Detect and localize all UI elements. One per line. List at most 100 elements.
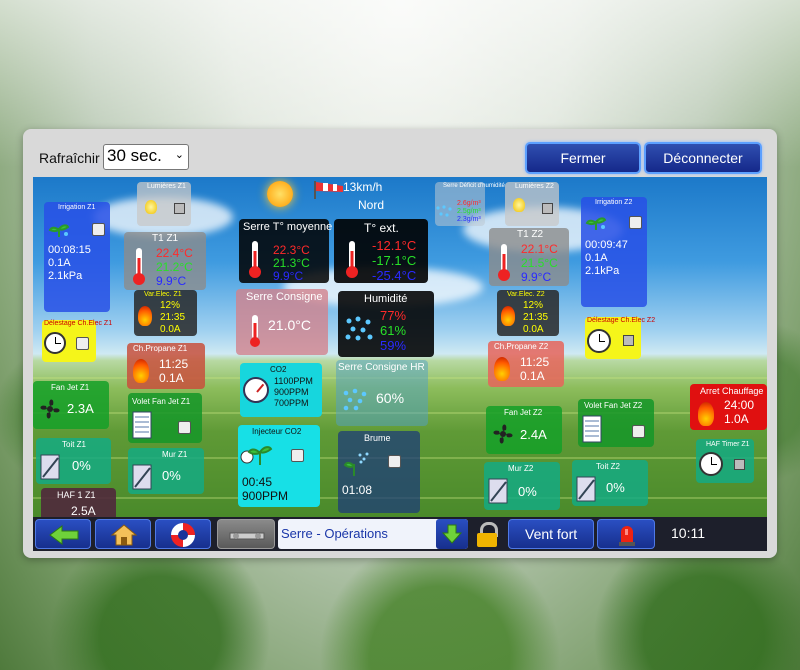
fan-jet-z2-card[interactable]: Fan Jet Z2 2.4A xyxy=(486,406,562,454)
close-button[interactable]: Fermer xyxy=(525,142,641,174)
top-bar: Rafraîchir 30 sec. ⌄ Fermer Déconnecter xyxy=(23,129,777,177)
home-button[interactable] xyxy=(95,519,151,549)
lock-icon[interactable] xyxy=(473,520,503,548)
delestage-z2-checkbox[interactable] xyxy=(623,335,634,346)
consigne-hr-card[interactable]: Serre Consigne HR 60% xyxy=(336,360,428,426)
roof-vent-icon xyxy=(40,454,60,480)
consigne-card[interactable]: Serre Consigne 21.0°C xyxy=(236,289,328,355)
brume-card[interactable]: Brume 01:08 xyxy=(338,431,420,513)
var-elec-z2-card[interactable]: Var.Elec. Z2 12% 21:35 0.0A xyxy=(497,290,559,336)
t1-z1-card: T1 Z1 22.4°C 21.2°C 9.9°C xyxy=(124,232,206,290)
clock-icon xyxy=(587,329,611,353)
lumieres-z1-checkbox[interactable] xyxy=(174,203,185,214)
app-window: Rafraîchir 30 sec. ⌄ Fermer Déconnecter … xyxy=(23,129,777,558)
var-elec-current: 0.0A xyxy=(523,324,544,335)
vent-louver-icon xyxy=(582,415,602,443)
propane-time: 11:25 xyxy=(159,357,189,371)
page-selector[interactable]: Serre - Opérations xyxy=(278,519,468,549)
card-title: Humidité xyxy=(364,293,408,305)
thermometer-icon xyxy=(249,241,261,278)
co2-value: 900PPM xyxy=(274,387,309,397)
plant-water-icon xyxy=(48,224,70,237)
alarm-button[interactable] xyxy=(597,519,655,549)
temp-ext-card: T° ext. -12.1°C -17.1°C -25.4°C xyxy=(334,219,428,283)
delestage-z2-card[interactable]: Délestage Ch.Elec Z2 xyxy=(585,317,655,359)
wind-direction: Nord xyxy=(358,198,385,212)
lumieres-z2-card[interactable]: Lumières Z2 xyxy=(505,182,559,226)
lumieres-z2-checkbox[interactable] xyxy=(542,203,553,214)
irrigation-z2-toggle[interactable] xyxy=(629,216,642,229)
flame-icon xyxy=(133,359,149,383)
card-title: Toit Z1 xyxy=(62,440,87,449)
vent-fort-button[interactable]: Vent fort xyxy=(508,519,594,549)
deficit-value-blue: 2.3g/m³ xyxy=(457,216,481,223)
irrigation-z1-toggle[interactable] xyxy=(92,223,105,236)
haf-timer-checkbox[interactable] xyxy=(734,459,745,470)
water-drops-icon xyxy=(343,388,367,411)
fan-jet-current: 2.4A xyxy=(520,427,547,442)
tools-button[interactable] xyxy=(217,519,275,549)
propane-time: 11:25 xyxy=(520,355,550,369)
temp-value-green: 21.5°C xyxy=(521,256,558,270)
card-title: Serre T° moyenne xyxy=(243,221,333,233)
fan-jet-z1-card[interactable]: Fan Jet Z1 2.3A xyxy=(33,381,109,429)
volet-z1-card[interactable]: Volet Fan Jet Z1 xyxy=(128,393,202,443)
vent-fort-label: Vent fort xyxy=(525,526,578,542)
mur-z1-card[interactable]: Mur Z1 0% xyxy=(128,448,204,494)
lumieres-z1-card[interactable]: Lumières Z1 xyxy=(137,182,191,226)
thermometer-icon xyxy=(346,241,358,278)
haf-value: 2.5A xyxy=(71,504,96,517)
clock-icon xyxy=(44,332,66,354)
propane-current: 0.1A xyxy=(159,371,184,385)
delestage-z1-card[interactable]: Délestage Ch.Elec Z1 xyxy=(42,320,112,362)
injecteur-co2-toggle[interactable] xyxy=(291,449,304,462)
card-title: Lumières Z2 xyxy=(515,183,554,190)
mur-pct: 0% xyxy=(162,468,181,483)
windsock-icon xyxy=(314,181,343,199)
lifebuoy-icon xyxy=(171,523,195,547)
alarm-light-icon xyxy=(619,526,635,546)
disconnect-button[interactable]: Déconnecter xyxy=(644,142,762,174)
var-elec-z1-card[interactable]: Var.Elec. Z1 12% 21:35 0.0A xyxy=(134,290,197,336)
card-title: Délestage Ch.Elec Z1 xyxy=(44,320,113,327)
temp-value-blue: 9.9°C xyxy=(273,269,304,283)
co2-card: CO2 1100PPM 900PPM 700PPM xyxy=(240,363,322,417)
volet-z2-toggle[interactable] xyxy=(632,425,645,438)
temp-value-red: 22.3°C xyxy=(273,243,310,257)
page-dropdown-button[interactable] xyxy=(436,519,468,549)
irrigation-z2-card[interactable]: Irrigation Z2 00:09:47 0.1A 2.1kPa xyxy=(581,197,647,307)
refresh-select[interactable]: 30 sec. ⌄ xyxy=(103,144,189,170)
irrigation-z1-card[interactable]: Irrigation Z1 00:08:15 0.1A 2.1kPa xyxy=(44,202,110,312)
brume-toggle[interactable] xyxy=(388,455,401,468)
card-title: HAF 1 Z1 xyxy=(57,490,96,500)
propane-z1-card[interactable]: Ch.Propane Z1 11:25 0.1A xyxy=(127,343,205,389)
card-title: Ch.Propane Z1 xyxy=(133,344,188,353)
flame-icon xyxy=(494,357,510,381)
clock-icon xyxy=(699,452,723,476)
help-button[interactable] xyxy=(155,519,211,549)
thermometer-icon xyxy=(250,315,260,347)
card-title: Var.Elec. Z1 xyxy=(144,291,182,298)
arret-chauffage-card[interactable]: Arret Chauffage 24:00 1.0A xyxy=(690,384,767,430)
mur-z2-card[interactable]: Mur Z2 0% xyxy=(484,462,560,510)
haf-z1-card[interactable]: HAF 1 Z1 2.5A xyxy=(41,488,116,517)
injecteur-co2-card[interactable]: Injecteur CO2 00:45 900PPM xyxy=(238,425,320,507)
propane-current: 0.1A xyxy=(520,369,545,383)
toit-z1-card[interactable]: Toit Z1 0% xyxy=(36,438,111,484)
volet-z2-card[interactable]: Volet Fan Jet Z2 xyxy=(578,399,654,447)
thermometer-icon xyxy=(498,244,510,281)
back-button[interactable] xyxy=(35,519,91,549)
card-title: T1 Z1 xyxy=(152,233,179,244)
var-elec-pct: 12% xyxy=(160,300,181,311)
toit-z2-card[interactable]: Toit Z2 0% xyxy=(572,460,648,506)
propane-z2-card[interactable]: Ch.Propane Z2 11:25 0.1A xyxy=(488,341,564,387)
wind-speed: 13km/h xyxy=(343,180,383,194)
delestage-z1-toggle[interactable] xyxy=(76,337,89,350)
card-title: Toit Z2 xyxy=(596,462,621,471)
volet-z1-toggle[interactable] xyxy=(178,421,191,434)
card-title: Lumières Z1 xyxy=(147,183,186,190)
humidity-value-blue: 59% xyxy=(380,338,407,353)
haf-timer-card[interactable]: HAF Timer Z1 xyxy=(696,439,754,483)
toit-pct: 0% xyxy=(606,480,625,495)
var-elec-current: 0.0A xyxy=(160,324,181,335)
